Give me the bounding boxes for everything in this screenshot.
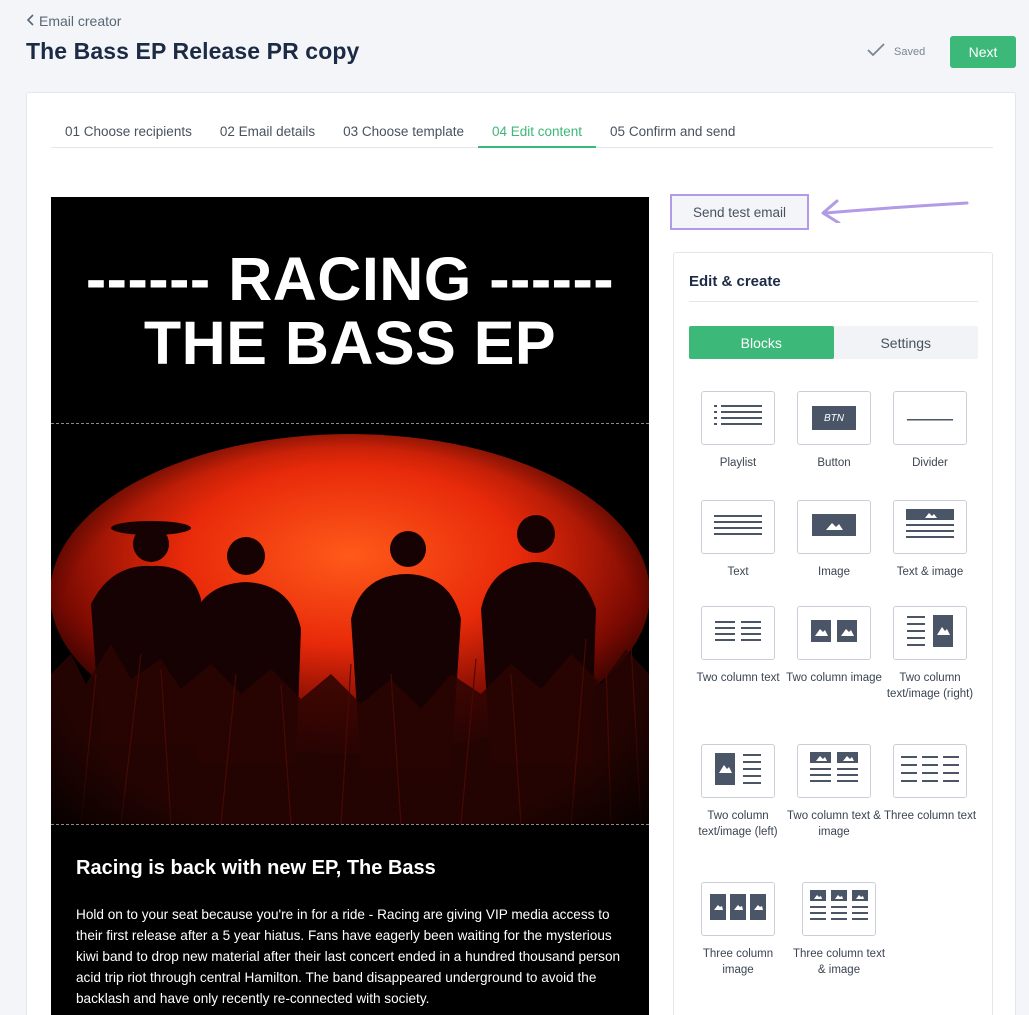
two-column-text-image-right-icon [907,614,953,652]
two-column-image-icon [811,619,857,647]
block-two-column-image[interactable]: Two column image [786,606,882,686]
divider-bottom [51,824,649,825]
block-label: Three column image [702,948,774,976]
two-column-text-and-image-icon [810,751,858,791]
band-photo[interactable] [51,424,649,824]
block-two-column-text-and-image[interactable]: Two column text & image [786,744,882,840]
block-playlist[interactable]: Playlist [690,391,786,471]
block-label: Image [818,566,850,578]
email-hero-title[interactable]: ------ RACING ------ THE BASS EP [51,247,649,375]
text-icon [714,514,762,541]
block-two-column-text-image-right[interactable]: Two column text/image (right) [882,606,978,702]
page-title: The Bass EP Release PR copy [26,38,360,64]
block-label: Two column text/image (right) [886,672,974,700]
block-label: Three column text [883,810,977,822]
block-label: Text & image [896,566,964,578]
saved-label: Saved [894,45,926,58]
tab-settings[interactable]: Settings [834,326,979,359]
tab-edit-content[interactable]: 04 Edit content [477,113,597,148]
text-image-icon [906,508,954,546]
back-link-label: Email creator [39,13,122,29]
edit-create-panel: Edit & create Blocks Settings Playlist B… [673,252,993,1015]
block-label: Two column text/image (left) [698,810,778,838]
hero-line-1: ------ RACING ------ [85,245,615,313]
block-text[interactable]: Text [690,500,786,580]
email-preview[interactable]: ------ RACING ------ THE BASS EP Racing … [51,197,649,1015]
block-label: Two column text [696,672,780,684]
back-link[interactable]: Email creator [26,13,121,29]
annotation-arrow-icon [821,199,969,223]
tab-blocks[interactable]: Blocks [689,326,834,359]
block-three-column-text[interactable]: Three column text [882,744,978,824]
three-column-text-and-image-icon [810,889,868,929]
three-column-text-icon [901,755,959,788]
playlist-icon [714,404,762,433]
tab-choose-recipients[interactable]: 01 Choose recipients [51,113,206,148]
send-test-email-button[interactable]: Send test email [670,194,809,230]
block-label: Playlist [719,457,757,469]
chevron-left-icon [26,13,35,29]
block-label: Two column text & image [787,810,881,838]
saved-status: Saved [866,42,925,61]
panel-tabs: Blocks Settings [689,326,978,359]
block-three-column-text-and-image[interactable]: Three column text & image [791,882,887,978]
three-column-image-icon [710,893,766,925]
block-three-column-image[interactable]: Three column image [690,882,786,978]
block-text-and-image[interactable]: Text & image [882,500,978,580]
tab-confirm-and-send[interactable]: 05 Confirm and send [596,113,749,148]
block-button[interactable]: BTN Button [786,391,882,471]
hero-line-2: THE BASS EP [143,309,557,377]
next-button[interactable]: Next [950,36,1016,68]
two-column-text-icon [715,620,761,647]
image-icon [812,513,856,541]
block-label: Two column image [786,672,882,684]
block-label: Button [817,457,851,469]
email-paragraph[interactable]: Hold on to your seat because you're in f… [76,904,624,1009]
panel-title: Edit & create [689,273,781,290]
block-label: Divider [912,457,948,469]
divider-icon [907,409,953,427]
tab-email-details[interactable]: 02 Email details [206,113,329,148]
button-icon: BTN [812,406,856,430]
editor-card: 01 Choose recipients 02 Email details 03… [26,92,1016,1015]
tab-choose-template[interactable]: 03 Choose template [329,113,478,148]
panel-divider [689,301,978,302]
block-label: Text [727,566,749,578]
two-column-text-image-left-icon [715,752,761,790]
block-label: Three column text & image [792,948,886,976]
email-heading[interactable]: Racing is back with new EP, The Bass [76,857,436,880]
block-two-column-text-image-left[interactable]: Two column text/image (left) [690,744,786,840]
block-divider[interactable]: Divider [882,391,978,471]
checkmark-icon [866,42,886,61]
block-two-column-text[interactable]: Two column text [690,606,786,686]
block-image[interactable]: Image [786,500,882,580]
step-tabs: 01 Choose recipients 02 Email details 03… [51,113,993,148]
